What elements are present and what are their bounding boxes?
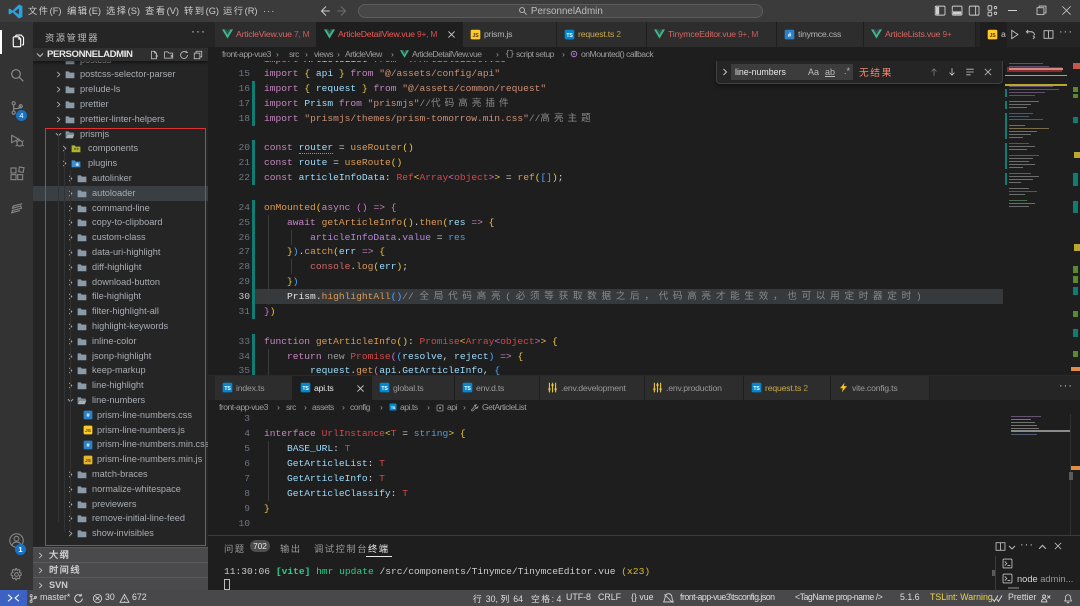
svg-text:TS: TS xyxy=(224,386,231,392)
svg-text:TS: TS xyxy=(464,386,471,392)
svg-text:TS: TS xyxy=(381,386,388,392)
svg-text:TS: TS xyxy=(302,386,309,392)
svg-text:TS: TS xyxy=(753,386,760,392)
svg-text:JS: JS xyxy=(472,33,479,39)
svg-text:JS: JS xyxy=(989,33,996,39)
svg-text:TS: TS xyxy=(566,33,573,39)
svg-text:TS: TS xyxy=(391,406,396,410)
